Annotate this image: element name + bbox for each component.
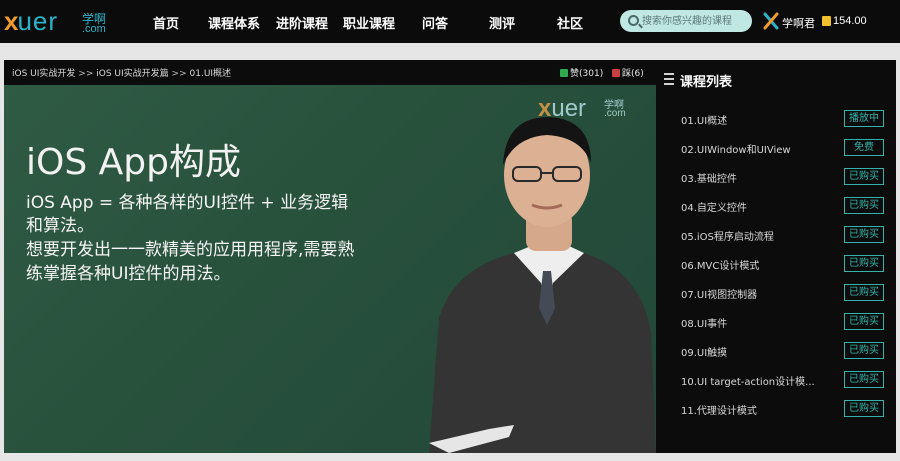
search-icon[interactable] (628, 15, 639, 26)
course-item-title: 10.UI target-action设计模... (681, 377, 815, 388)
slide-line: 想要开发出一一款精美的应用用程序,需要熟 (26, 240, 355, 260)
course-status-badge[interactable]: 已购买 (844, 226, 884, 243)
search-input[interactable] (642, 12, 750, 30)
slide-title: iOS App构成 (26, 142, 241, 183)
thumbs-up-icon (560, 69, 568, 77)
course-status-badge[interactable]: 已购买 (844, 371, 884, 388)
nav-assessment[interactable]: 测评 (489, 13, 515, 32)
logo-text: uer (17, 6, 59, 36)
course-item-title: 04.自定义控件 (681, 203, 747, 214)
course-item-title: 01.UI概述 (681, 116, 728, 127)
like-button[interactable]: 赞(301) (560, 66, 603, 79)
course-item-title: 03.基础控件 (681, 174, 737, 185)
instructor-figure (429, 117, 656, 453)
dislike-count: 踩(6) (622, 69, 644, 79)
course-item-title: 05.iOS程序启动流程 (681, 232, 774, 243)
list-icon (664, 73, 674, 85)
nav-course-system[interactable]: 课程体系 (208, 13, 260, 32)
breadcrumb-separator: >> (171, 69, 187, 79)
video-player-panel: iOS UI实战开发 >> iOS UI实战开发篇 >> 01.UI概述 赞(3… (4, 60, 656, 453)
course-item[interactable]: 04.自定义控件 已购买 (656, 197, 896, 215)
breadcrumb-item[interactable]: iOS UI实战开发 (12, 69, 75, 79)
nav-career-courses[interactable]: 职业课程 (343, 13, 395, 32)
course-item[interactable]: 02.UIWindow和UIView 免费 (656, 139, 896, 157)
course-item-title: 08.UI事件 (681, 319, 728, 330)
course-item[interactable]: 10.UI target-action设计模... 已购买 (656, 371, 896, 389)
like-count: 赞(301) (570, 69, 604, 79)
course-status-badge[interactable]: 已购买 (844, 342, 884, 359)
course-item[interactable]: 05.iOS程序启动流程 已购买 (656, 226, 896, 244)
course-item[interactable]: 01.UI概述 播放中 (656, 110, 896, 128)
course-list-title: 课程列表 (680, 75, 733, 90)
course-item[interactable]: 08.UI事件 已购买 (656, 313, 896, 331)
course-status-badge[interactable]: 已购买 (844, 313, 884, 330)
coin-balance: 154.00 (833, 15, 867, 27)
nav-home[interactable]: 首页 (153, 13, 179, 32)
course-status-badge[interactable]: 已购买 (844, 284, 884, 301)
logo-com: .com (82, 23, 106, 35)
course-item-title: 02.UIWindow和UIView (681, 145, 791, 156)
coin-icon (822, 16, 831, 26)
slide-line: 和算法。 (26, 216, 94, 236)
course-item-title: 09.UI触摸 (681, 348, 728, 359)
course-item[interactable]: 11.代理设计模式 已购买 (656, 400, 896, 418)
search-box (620, 10, 752, 32)
logo-x: x (4, 6, 19, 36)
course-list-panel: 课程列表 01.UI概述 播放中 02.UIWindow和UIView 免费 0… (656, 60, 896, 453)
nav-qa[interactable]: 问答 (422, 13, 448, 32)
video-frame[interactable]: iOS App构成 iOS App = 各种各样的UI控件 + 业务逻辑 和算法… (4, 85, 656, 453)
course-status-badge[interactable]: 已购买 (844, 255, 884, 272)
nav-advanced-courses[interactable]: 进阶课程 (276, 13, 328, 32)
course-status-badge[interactable]: 已购买 (844, 168, 884, 185)
top-navigation-bar: xuer 学啊 .com 首页 课程体系 进阶课程 职业课程 问答 测评 社区 … (0, 0, 900, 43)
course-status-badge[interactable]: 已购买 (844, 400, 884, 417)
breadcrumb: iOS UI实战开发 >> iOS UI实战开发篇 >> 01.UI概述 (12, 66, 231, 79)
breadcrumb-item: 01.UI概述 (189, 69, 232, 79)
dislike-button[interactable]: 踩(6) (612, 66, 644, 79)
slide-line: 练掌握各种UI控件的用法。 (26, 264, 231, 284)
breadcrumb-separator: >> (78, 69, 94, 79)
username[interactable]: 学啊君 (782, 15, 815, 31)
nav-community[interactable]: 社区 (557, 13, 583, 32)
course-status-badge[interactable]: 已购买 (844, 197, 884, 214)
thumbs-down-icon (612, 69, 620, 77)
course-item-title: 06.MVC设计模式 (681, 261, 760, 272)
site-logo[interactable]: xuer 学啊 .com (4, 6, 106, 36)
course-item[interactable]: 07.UI视图控制器 已购买 (656, 284, 896, 302)
course-item[interactable]: 06.MVC设计模式 已购买 (656, 255, 896, 273)
course-item-title: 11.代理设计模式 (681, 406, 757, 417)
course-item[interactable]: 09.UI触摸 已购买 (656, 342, 896, 360)
user-logo-icon (763, 12, 779, 30)
course-item[interactable]: 03.基础控件 已购买 (656, 168, 896, 186)
course-status-badge[interactable]: 免费 (844, 139, 884, 156)
slide-line: iOS App = 各种各样的UI控件 + 业务逻辑 (26, 193, 349, 213)
breadcrumb-item[interactable]: iOS UI实战开发篇 (96, 69, 168, 79)
course-status-badge[interactable]: 播放中 (844, 110, 884, 127)
course-item-title: 07.UI视图控制器 (681, 290, 758, 301)
